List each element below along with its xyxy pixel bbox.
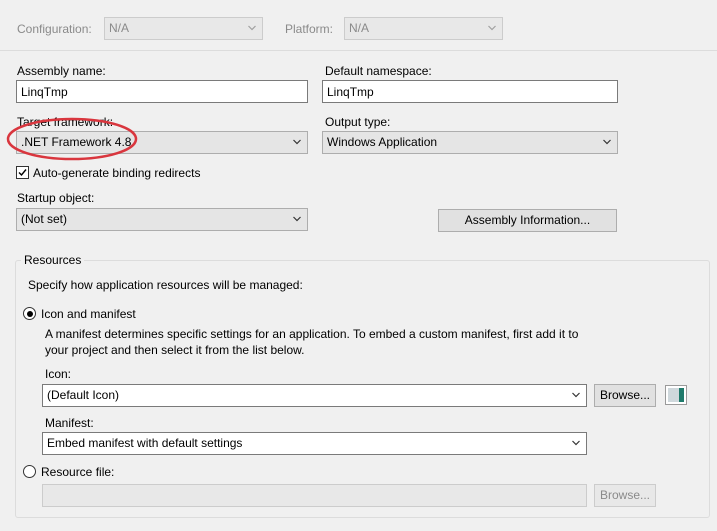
resource-file-field[interactable] — [42, 484, 587, 507]
description-line-1: A manifest determines specific settings … — [45, 327, 579, 341]
assembly-name-label: Assembly name: — [17, 64, 106, 78]
startup-object-value: (Not set) — [21, 212, 68, 226]
manifest-description: A manifest determines specific settings … — [45, 326, 605, 358]
output-type-label: Output type: — [325, 115, 391, 129]
chevron-down-icon — [293, 139, 301, 145]
icon-value: (Default Icon) — [47, 388, 120, 402]
resource-file-input[interactable] — [43, 485, 586, 506]
platform-value: N/A — [349, 21, 370, 35]
output-type-value: Windows Application — [327, 135, 438, 149]
icon-and-manifest-radio[interactable] — [23, 307, 36, 320]
auto-generate-label[interactable]: Auto-generate binding redirects — [33, 166, 200, 180]
icon-and-manifest-label[interactable]: Icon and manifest — [41, 307, 136, 321]
icon-dropdown[interactable]: (Default Icon) — [42, 384, 587, 407]
manifest-dropdown[interactable]: Embed manifest with default settings — [42, 432, 587, 455]
resource-file-browse-button[interactable]: Browse... — [594, 484, 656, 507]
icon-preview-body — [668, 388, 679, 402]
platform-dropdown[interactable]: N/A — [344, 17, 503, 40]
chevron-down-icon — [572, 440, 580, 446]
default-namespace-input[interactable] — [323, 81, 617, 102]
platform-label: Platform: — [285, 22, 334, 36]
configuration-label: Configuration: — [17, 22, 92, 36]
resource-file-radio[interactable] — [23, 465, 36, 478]
output-type-dropdown[interactable]: Windows Application — [322, 131, 618, 154]
manifest-label: Manifest: — [45, 416, 94, 430]
default-namespace-label: Default namespace: — [325, 64, 432, 78]
resources-title: Resources — [21, 253, 85, 267]
default-namespace-field[interactable] — [322, 80, 618, 103]
chevron-down-icon — [603, 139, 611, 145]
assembly-name-input[interactable] — [17, 81, 307, 102]
resources-instructions: Specify how application resources will b… — [28, 278, 303, 292]
icon-label: Icon: — [45, 367, 72, 381]
chevron-down-icon — [293, 216, 301, 222]
resource-file-label[interactable]: Resource file: — [41, 465, 114, 479]
icon-browse-button[interactable]: Browse... — [594, 384, 656, 407]
assembly-name-field[interactable] — [16, 80, 308, 103]
highlight-ellipse — [6, 117, 138, 161]
assembly-information-button[interactable]: Assembly Information... — [438, 209, 617, 232]
auto-generate-checkbox[interactable] — [16, 166, 29, 179]
chevron-down-icon — [572, 392, 580, 398]
configuration-dropdown[interactable]: N/A — [104, 17, 263, 40]
manifest-value: Embed manifest with default settings — [47, 436, 243, 450]
icon-preview — [665, 385, 687, 405]
startup-object-dropdown[interactable]: (Not set) — [16, 208, 308, 231]
chevron-down-icon — [248, 25, 256, 31]
configuration-value: N/A — [109, 21, 130, 35]
chevron-down-icon — [488, 25, 496, 31]
separator — [0, 50, 717, 51]
checkmark-icon — [18, 169, 27, 177]
description-line-2: your project and then select it from the… — [45, 343, 305, 357]
radio-selected-dot — [26, 310, 33, 317]
icon-preview-bar — [679, 388, 684, 402]
startup-object-label: Startup object: — [17, 191, 95, 205]
